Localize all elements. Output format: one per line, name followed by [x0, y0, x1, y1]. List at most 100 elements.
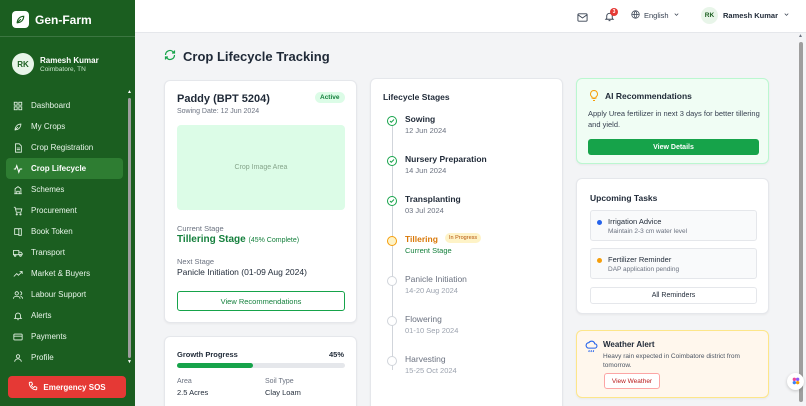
scroll-down-icon[interactable]: ▼ [127, 360, 132, 365]
stage-item[interactable]: Harvesting 15-25 Oct 2024 [387, 354, 557, 384]
stage-item-current[interactable]: Tillering In Progress Current Stage [387, 233, 557, 264]
stage-name: Tillering [405, 234, 438, 244]
sidebar-item-profile[interactable]: Profile [6, 347, 123, 368]
soil-label: Soil Type [265, 378, 294, 385]
sidebar-scroll-thumb[interactable] [128, 98, 131, 358]
sidebar-item-label: Procurement [31, 206, 77, 215]
sidebar-item-dashboard[interactable]: Dashboard [6, 95, 123, 116]
avatar: RK [12, 53, 34, 75]
user-icon [13, 353, 23, 363]
view-recommendations-button[interactable]: View Recommendations [177, 291, 345, 311]
stage-item[interactable]: Transplanting 03 Jul 2024 [387, 194, 557, 224]
dashboard-icon [13, 101, 23, 111]
sidebar-scrollbar[interactable]: ▲ ▼ [127, 90, 132, 365]
stage-date: 01-10 Sep 2024 [405, 326, 459, 335]
crop-name: Paddy (BPT 5204) [177, 93, 270, 105]
globe-icon [631, 10, 640, 21]
stage-item[interactable]: Flowering 01-10 Sep 2024 [387, 314, 557, 344]
sidebar-item-my-crops[interactable]: My Crops [6, 116, 123, 137]
main-scroll-thumb[interactable] [799, 42, 803, 402]
sidebar: Gen-Farm RK Ramesh Kumar Coimbatore, TN … [0, 0, 135, 406]
sidebar-item-labour-support[interactable]: Labour Support [6, 284, 123, 305]
page-title: Crop Lifecycle Tracking [164, 49, 330, 64]
stage-name: Panicle Initiation [405, 274, 467, 284]
in-progress-dot-icon [387, 236, 397, 246]
status-badge: In Progress [445, 233, 482, 243]
card-icon [13, 332, 23, 342]
sidebar-item-payments[interactable]: Payments [6, 326, 123, 347]
sidebar-item-label: Transport [31, 248, 65, 257]
scroll-up-icon[interactable]: ▲ [798, 34, 803, 39]
weather-title: Weather Alert [603, 340, 655, 349]
sowing-date: Sowing Date: 12 Jun 2024 [177, 108, 260, 115]
sidebar-item-crop-registration[interactable]: Crop Registration [6, 137, 123, 158]
task-name: Fertilizer Reminder [608, 255, 672, 264]
sidebar-item-alerts[interactable]: Alerts [6, 305, 123, 326]
chatbot-icon [791, 373, 801, 391]
sidebar-item-schemes[interactable]: Schemes [6, 179, 123, 200]
main-scrollbar[interactable]: ▲ [798, 34, 804, 406]
emergency-sos-button[interactable]: Emergency SOS [8, 376, 126, 398]
stage-item[interactable]: Sowing 12 Jun 2024 [387, 114, 557, 144]
sidebar-item-procurement[interactable]: Procurement [6, 200, 123, 221]
app-root: Gen-Farm RK Ramesh Kumar Coimbatore, TN … [0, 0, 806, 406]
tasks-title: Upcoming Tasks [590, 193, 658, 203]
stage-date: 15-25 Oct 2024 [405, 366, 457, 375]
pending-circle-icon [387, 316, 397, 326]
stage-date: 14-20 Aug 2024 [405, 286, 458, 295]
chevron-down-icon [783, 11, 790, 20]
user-menu[interactable]: RK Ramesh Kumar [701, 7, 790, 24]
task-detail: DAP application pending [608, 266, 680, 273]
soil-value: Clay Loam [265, 388, 301, 397]
crop-image-placeholder: Crop Image Area [177, 125, 345, 210]
sidebar-item-label: Alerts [31, 311, 52, 320]
sidebar-item-label: Crop Registration [31, 143, 94, 152]
floating-assistant-button[interactable] [787, 373, 804, 390]
task-item[interactable]: Fertilizer Reminder DAP application pend… [590, 248, 757, 279]
check-icon [387, 156, 397, 166]
brand-name: Gen-Farm [35, 12, 92, 27]
sidebar-item-transport[interactable]: Transport [6, 242, 123, 263]
brand[interactable]: Gen-Farm [12, 11, 92, 28]
next-stage-label: Next Stage [177, 257, 215, 266]
stage-item[interactable]: Nursery Preparation 14 Jun 2024 [387, 154, 557, 184]
task-dot-icon [597, 220, 602, 225]
stage-item[interactable]: Panicle Initiation 14-20 Aug 2024 [387, 274, 557, 304]
sidebar-item-label: Schemes [31, 185, 65, 194]
ai-recommendations-card: AI Recommendations Apply Urea fertilizer… [576, 78, 769, 164]
book-icon [13, 227, 23, 237]
user-name: Ramesh Kumar [723, 11, 779, 20]
chevron-down-icon [673, 11, 680, 20]
area-label: Area [177, 378, 192, 385]
growth-percent: 45% [328, 350, 344, 359]
ai-title: AI Recommendations [605, 91, 692, 101]
sidebar-item-label: Book Token [31, 227, 73, 236]
rain-cloud-icon [585, 340, 598, 358]
status-badge: Active [315, 92, 345, 103]
stage-name: Nursery Preparation [405, 154, 487, 164]
scroll-up-icon[interactable]: ▲ [127, 90, 132, 95]
mail-icon[interactable] [577, 10, 588, 28]
growth-progress-bar [177, 363, 345, 368]
sidebar-item-label: Crop Lifecycle [31, 164, 87, 173]
weather-text: Heavy rain expected in Coimbatore distri… [603, 353, 740, 369]
sidebar-item-label: Market & Buyers [31, 269, 91, 278]
stage-date: 14 Jun 2024 [405, 166, 447, 175]
area-value: 2.5 Acres [177, 388, 209, 397]
sidebar-item-market-buyers[interactable]: Market & Buyers [6, 263, 123, 284]
lifecycle-stages-card: Lifecycle Stages Sowing 12 Jun 2024 Nurs… [370, 78, 563, 406]
view-weather-button[interactable]: View Weather [604, 373, 660, 389]
stage-name: Flowering [405, 314, 442, 324]
sidebar-item-book-token[interactable]: Book Token [6, 221, 123, 242]
task-item[interactable]: Irrigation Advice Maintain 2-3 cm water … [590, 210, 757, 241]
sos-label: Emergency SOS [43, 382, 106, 392]
language-selector[interactable]: English [631, 10, 680, 21]
sidebar-item-label: Labour Support [31, 290, 87, 299]
view-details-button[interactable]: View Details [588, 139, 759, 155]
sidebar-item-label: Dashboard [31, 101, 71, 110]
all-reminders-button[interactable]: All Reminders [590, 287, 757, 304]
stage-name: Transplanting [405, 194, 461, 204]
sidebar-item-crop-lifecycle[interactable]: Crop Lifecycle [6, 158, 123, 179]
current-stage-label: Current Stage [177, 224, 224, 233]
stage-date: 12 Jun 2024 [405, 126, 447, 135]
